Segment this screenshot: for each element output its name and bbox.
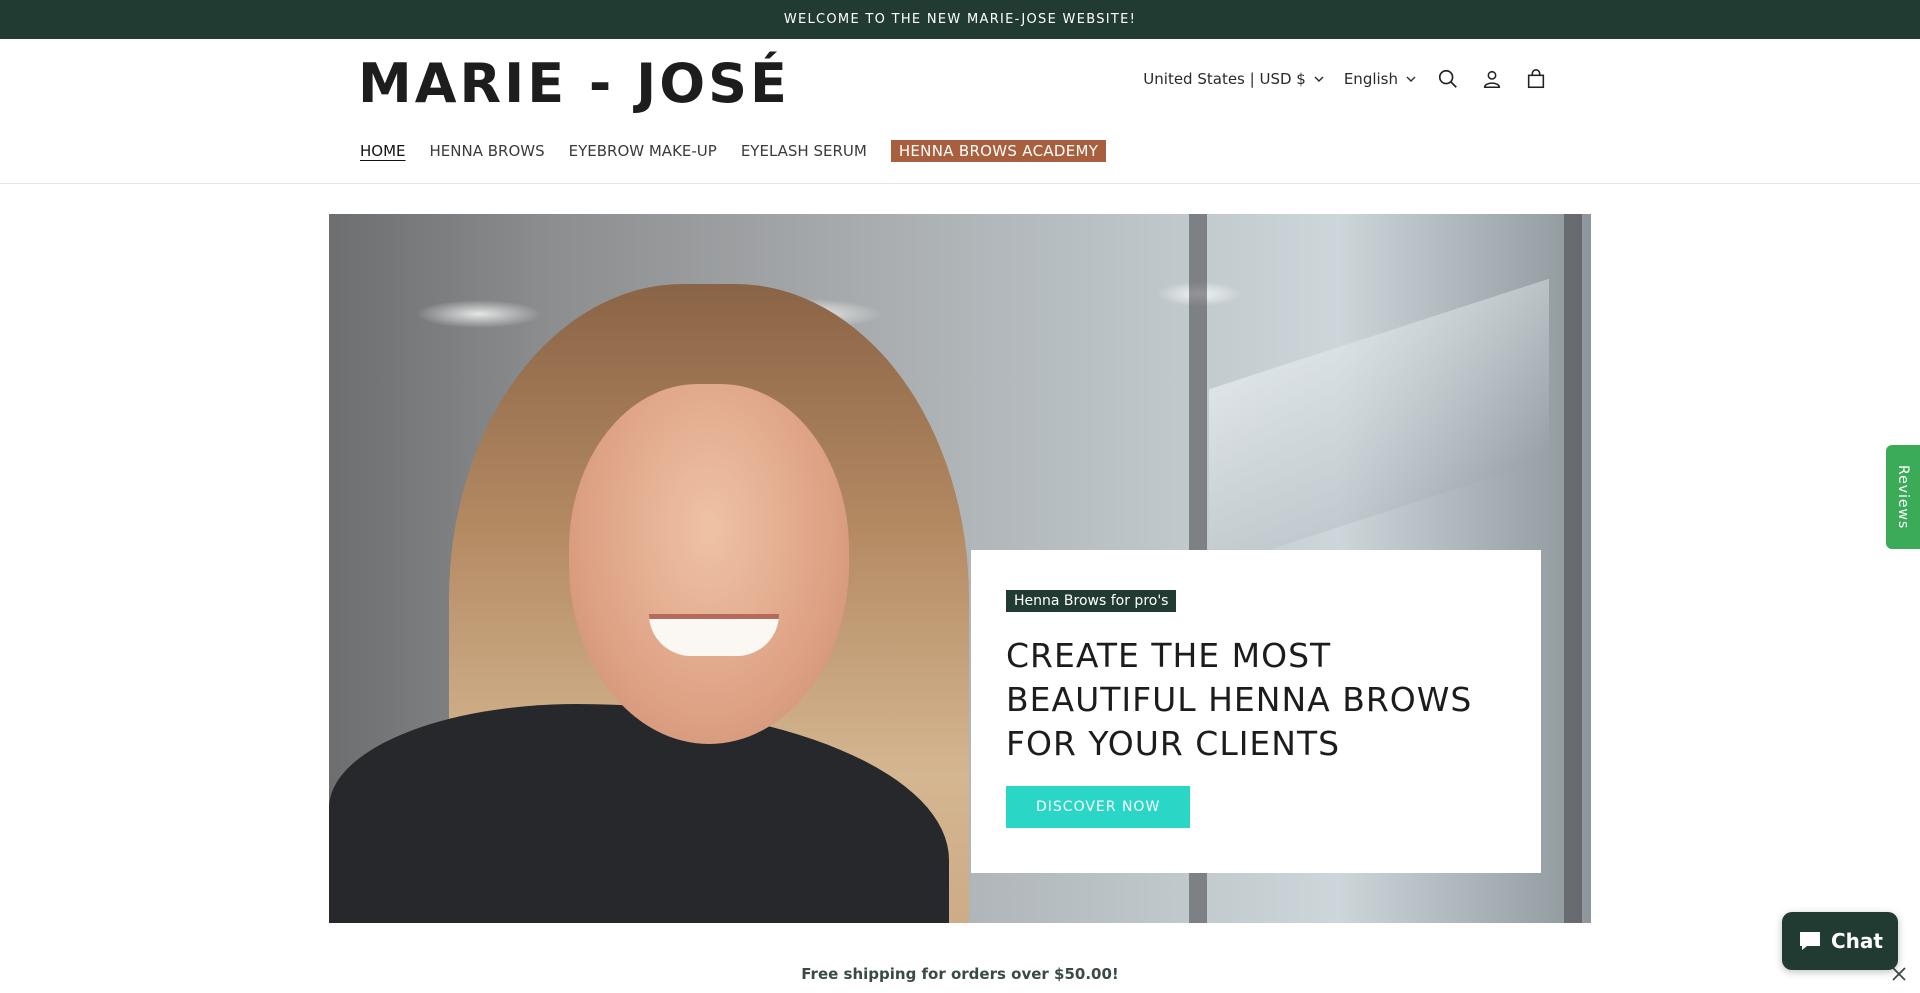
chat-button[interactable]: Chat — [1782, 912, 1898, 970]
announcement-bar: WELCOME TO THE NEW MARIE-JOSE WEBSITE! — [0, 0, 1920, 39]
account-icon — [1483, 70, 1501, 89]
chat-button-label: Chat — [1831, 929, 1883, 953]
header-tools: United States | USD $ English — [1133, 59, 1558, 99]
announcement-text: WELCOME TO THE NEW MARIE-JOSE WEBSITE! — [783, 12, 1137, 27]
chevron-down-icon — [1406, 76, 1416, 82]
main-nav: HOME HENNA BROWS EYEBROW MAKE-UP EYELASH… — [360, 139, 1107, 163]
hero-background-pillar — [1564, 214, 1582, 923]
hero-card: Henna Brows for pro's CREATE THE MOST BE… — [971, 550, 1541, 873]
discover-now-button[interactable]: DISCOVER NOW — [1006, 786, 1191, 828]
reviews-tab-label: Reviews — [1895, 464, 1911, 530]
reviews-tab[interactable]: Reviews — [1886, 445, 1920, 549]
nav-item-henna-brows[interactable]: HENNA BROWS — [430, 142, 545, 160]
chevron-down-icon — [1314, 76, 1324, 82]
site-header: MARIE - JOSÉ United States | USD $ Engli… — [0, 39, 1920, 184]
shipping-bar: Free shipping for orders over $50.00! — [0, 955, 1920, 993]
logo[interactable]: MARIE - JOSÉ — [358, 45, 790, 121]
country-selector-label: United States | USD $ — [1143, 70, 1306, 88]
hero-background-shelf — [1209, 278, 1549, 570]
nav-item-eyelash-serum[interactable]: EYELASH SERUM — [741, 142, 867, 160]
hero-badge: Henna Brows for pro's — [1006, 590, 1177, 612]
nav-item-eyebrow-make-up[interactable]: EYEBROW MAKE-UP — [569, 142, 717, 160]
country-selector[interactable]: United States | USD $ — [1133, 70, 1334, 88]
search-button[interactable] — [1426, 59, 1470, 99]
nav-item-henna-brows-academy[interactable]: HENNA BROWS ACADEMY — [890, 140, 1107, 162]
search-icon — [1438, 69, 1457, 88]
cart-icon — [1527, 69, 1545, 89]
nav-item-home[interactable]: HOME — [360, 142, 406, 160]
hero-image-face — [569, 384, 849, 744]
language-selector[interactable]: English — [1334, 70, 1426, 88]
hero-title: CREATE THE MOST BEAUTIFUL HENNA BROWS FO… — [1006, 636, 1473, 763]
account-button[interactable] — [1470, 59, 1514, 99]
chat-icon — [1800, 932, 1820, 950]
cart-button[interactable] — [1514, 59, 1558, 99]
language-selector-label: English — [1343, 70, 1398, 88]
shipping-text: Free shipping for orders over $50.00! — [801, 965, 1119, 983]
